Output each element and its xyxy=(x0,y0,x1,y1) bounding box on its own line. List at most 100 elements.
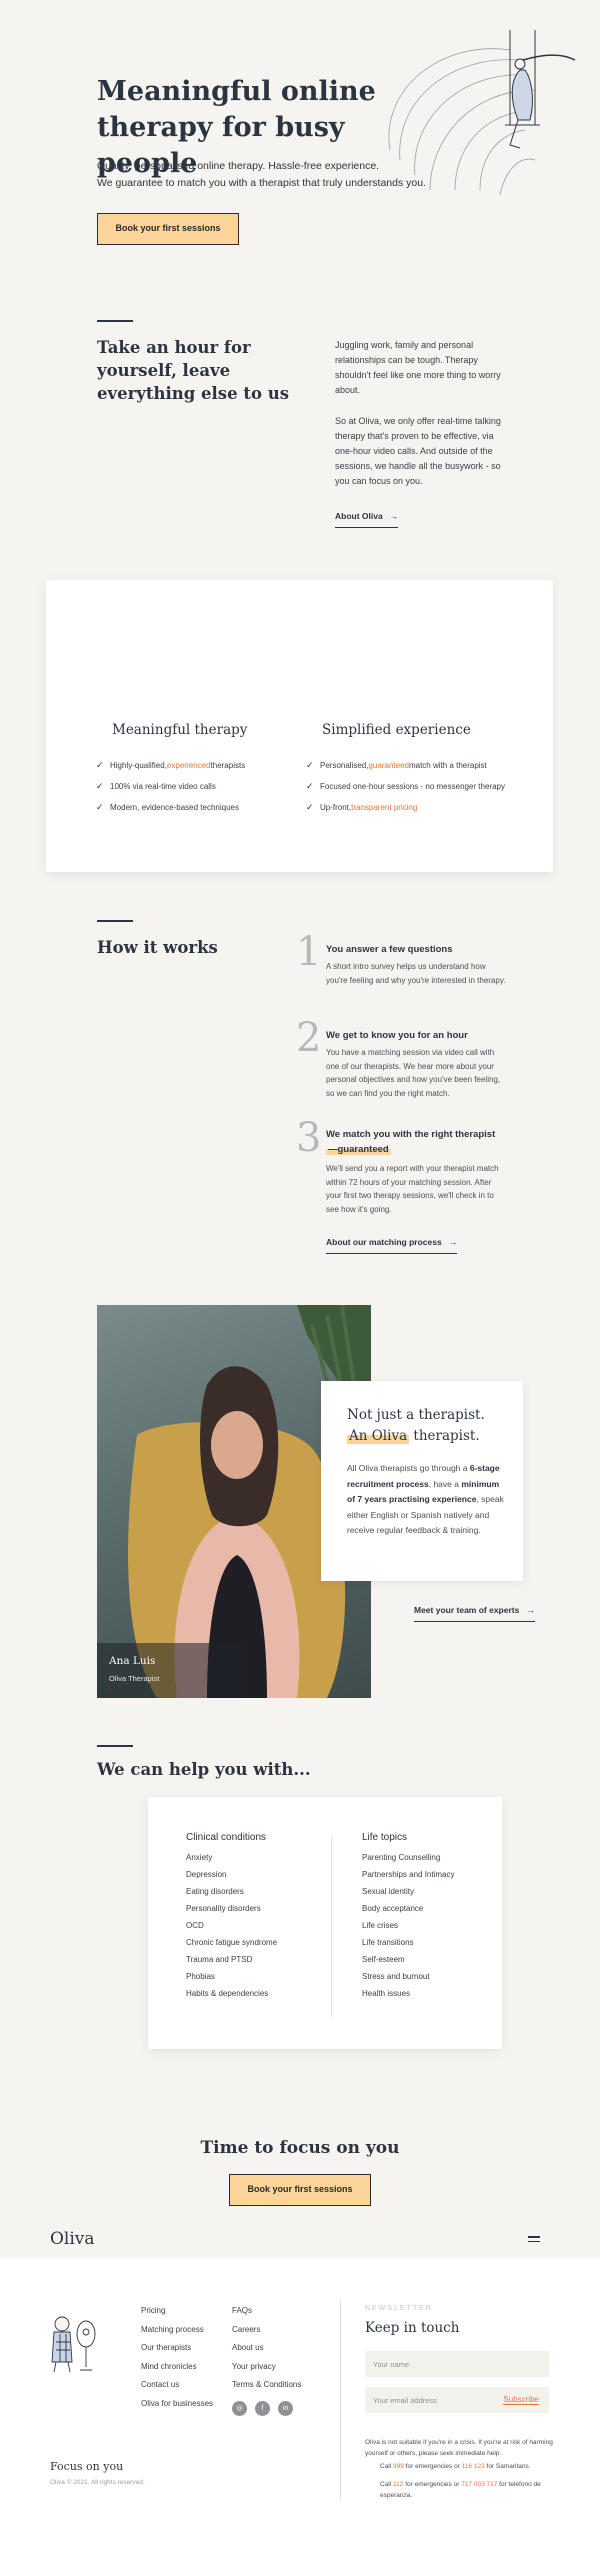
check-icon: ✓ xyxy=(306,802,314,812)
footer-link-terms[interactable]: Terms & Conditions xyxy=(232,2376,301,2395)
topic-item[interactable]: Parenting Counselling xyxy=(362,1849,492,1866)
footer-link-matching[interactable]: Matching process xyxy=(141,2321,213,2340)
footer-tagline: Focus on you xyxy=(50,2460,124,2473)
footer-link-therapists[interactable]: Our therapists xyxy=(141,2339,213,2358)
footer-links-col-2: FAQs Careers About us Your privacy Terms… xyxy=(232,2302,301,2395)
feature-item: ✓ Modern, evidence-based techniques xyxy=(96,802,239,812)
cta-title: Time to focus on you xyxy=(200,2138,400,2158)
meet-experts-link[interactable]: Meet your team of experts → xyxy=(414,1600,535,1622)
intro-title: Take an hour for yourself, leave everyth… xyxy=(97,338,289,403)
newsletter-title: Keep in touch xyxy=(365,2320,460,2336)
step-number: 2 xyxy=(296,1015,322,1061)
footer-link-contact[interactable]: Contact us xyxy=(141,2376,213,2395)
about-oliva-link[interactable]: About Oliva → xyxy=(335,506,399,528)
footer-links-col-1: Pricing Matching process Our therapists … xyxy=(141,2302,213,2413)
simplified-experience-list: ✓ Personalised, guaranteed match with a t… xyxy=(306,755,505,818)
meaningful-therapy-title: Meaningful therapy xyxy=(112,722,248,738)
therapist-name: Ana Luis xyxy=(109,1655,156,1667)
topic-item[interactable]: Sexual identity xyxy=(362,1883,492,1900)
condition-item[interactable]: Personality disorders xyxy=(186,1900,326,1917)
social-links: ◎ f in xyxy=(232,2401,293,2416)
check-icon: ✓ xyxy=(96,760,104,770)
woman-on-swing-illustration xyxy=(388,30,576,196)
arrow-right-icon: → xyxy=(526,1605,535,1615)
feature-item: ✓ Highly-qualified, experienced therapist… xyxy=(96,760,246,770)
section-divider xyxy=(97,1745,133,1747)
linkedin-icon[interactable]: in xyxy=(278,2401,293,2416)
footer-link-privacy[interactable]: Your privacy xyxy=(232,2358,301,2377)
topic-item[interactable]: Health issues xyxy=(362,1985,492,2002)
footer-link-pricing[interactable]: Pricing xyxy=(141,2302,213,2321)
meaningful-therapy-list: ✓ Highly-qualified, experienced therapist… xyxy=(96,755,245,818)
life-topics-title: Life topics xyxy=(362,1832,408,1843)
section-divider xyxy=(97,920,133,922)
features-card: Meaningful therapy ✓ Highly-qualified, ex… xyxy=(46,580,553,872)
topic-item[interactable]: Partnerships and Intimacy xyxy=(362,1866,492,1883)
footer-link-about[interactable]: About us xyxy=(232,2339,301,2358)
facebook-icon[interactable]: f xyxy=(255,2401,270,2416)
condition-item[interactable]: OCD xyxy=(186,1917,326,1934)
step-text: A short intro survey helps us understand… xyxy=(326,962,506,985)
subscribe-button[interactable]: Subscribe xyxy=(503,2395,539,2405)
oliva-logo[interactable]: Oliva xyxy=(50,2229,95,2249)
footer-link-chronicles[interactable]: Mind chronicles xyxy=(141,2358,213,2377)
intro-paragraph-1: Juggling work, family and personal relat… xyxy=(335,340,501,395)
footer-link-businesses[interactable]: Oliva for businesses xyxy=(141,2395,213,2414)
about-oliva-link-label: About Oliva xyxy=(335,511,383,521)
check-icon: ✓ xyxy=(306,781,314,791)
topic-item[interactable]: Body acceptance xyxy=(362,1900,492,1917)
condition-item[interactable]: Trauma and PTSD xyxy=(186,1951,326,1968)
email-placeholder: Your email address xyxy=(373,2396,437,2405)
condition-item[interactable]: Chronic fatigue syndrome xyxy=(186,1934,326,1951)
feature-item: ✓ Focused one-hour sessions - no messenge… xyxy=(306,781,505,791)
topic-item[interactable]: Life crises xyxy=(362,1917,492,1934)
quote-body: All Oliva therapists go through a 6-stag… xyxy=(347,1463,504,1535)
step-title: You answer a few questions xyxy=(326,944,453,955)
topic-item[interactable]: Self-esteem xyxy=(362,1951,492,1968)
name-field[interactable]: Your name xyxy=(365,2351,549,2377)
section-divider xyxy=(97,320,133,322)
arrow-right-icon: → xyxy=(389,511,399,521)
topic-item[interactable]: Life transitions xyxy=(362,1934,492,1951)
person-with-mirror-illustration xyxy=(51,2316,96,2373)
step-title: We get to know you for an hour xyxy=(326,1030,468,1041)
footer-divider xyxy=(340,2300,341,2500)
condition-item[interactable]: Anxiety xyxy=(186,1849,326,1866)
email-field[interactable]: Your email address Subscribe xyxy=(365,2387,549,2413)
life-topics-column: Life topics Parenting Counselling Partne… xyxy=(362,1832,492,2002)
footer-link-faqs[interactable]: FAQs xyxy=(232,2302,301,2321)
footer-link-careers[interactable]: Careers xyxy=(232,2321,301,2340)
book-sessions-button[interactable]: Book your first sessions xyxy=(229,2174,371,2206)
quote-title: Not just a therapist. An Oliva therapist… xyxy=(347,1407,485,1444)
intro-paragraph-2: So at Oliva, we only offer real-time tal… xyxy=(335,416,501,486)
step-text: You have a matching session via video ca… xyxy=(326,1048,501,1098)
simplified-experience-title: Simplified experience xyxy=(322,722,471,738)
check-icon: ✓ xyxy=(306,760,314,770)
condition-item[interactable]: Habits & dependencies xyxy=(186,1985,326,2002)
how-it-works-title: How it works xyxy=(97,938,218,957)
matching-process-link[interactable]: About our matching process → xyxy=(326,1232,458,1254)
copyright: Oliva © 2021. All rights reserved. xyxy=(50,2479,145,2486)
uk-emergency-numbers: Call 999 for emergencies or 116 123 for … xyxy=(380,2463,531,2470)
column-divider xyxy=(331,1837,332,2017)
condition-item[interactable]: Eating disorders xyxy=(186,1883,326,1900)
condition-item[interactable]: Phobias xyxy=(186,1968,326,1985)
topic-item[interactable]: Stress and burnout xyxy=(362,1968,492,1985)
clinical-conditions-title: Clinical conditions xyxy=(186,1832,267,1843)
newsletter-label: NEWSLETTER xyxy=(365,2305,433,2312)
meet-experts-link-label: Meet your team of experts xyxy=(414,1605,520,1615)
condition-item[interactable]: Depression xyxy=(186,1866,326,1883)
step-number: 3 xyxy=(296,1115,322,1161)
help-topics-card: Clinical conditions Anxiety Depression E… xyxy=(148,1797,502,2049)
matching-process-link-label: About our matching process xyxy=(326,1237,442,1247)
therapist-role: Oliva Therapist xyxy=(109,1674,160,1683)
clinical-conditions-column: Clinical conditions Anxiety Depression E… xyxy=(186,1832,326,2002)
instagram-icon[interactable]: ◎ xyxy=(232,2401,247,2416)
book-sessions-button[interactable]: Book your first sessions xyxy=(97,213,239,245)
crisis-disclaimer: Oliva is not suitable if you're in a cri… xyxy=(365,2439,553,2457)
step-title: We match you with the right therapist —gu… xyxy=(326,1129,496,1155)
step-number: 1 xyxy=(296,929,322,975)
check-icon: ✓ xyxy=(96,802,104,812)
hamburger-menu-icon[interactable] xyxy=(528,2236,540,2245)
feature-item: ✓ Up-front, transparent pricing xyxy=(306,802,418,812)
